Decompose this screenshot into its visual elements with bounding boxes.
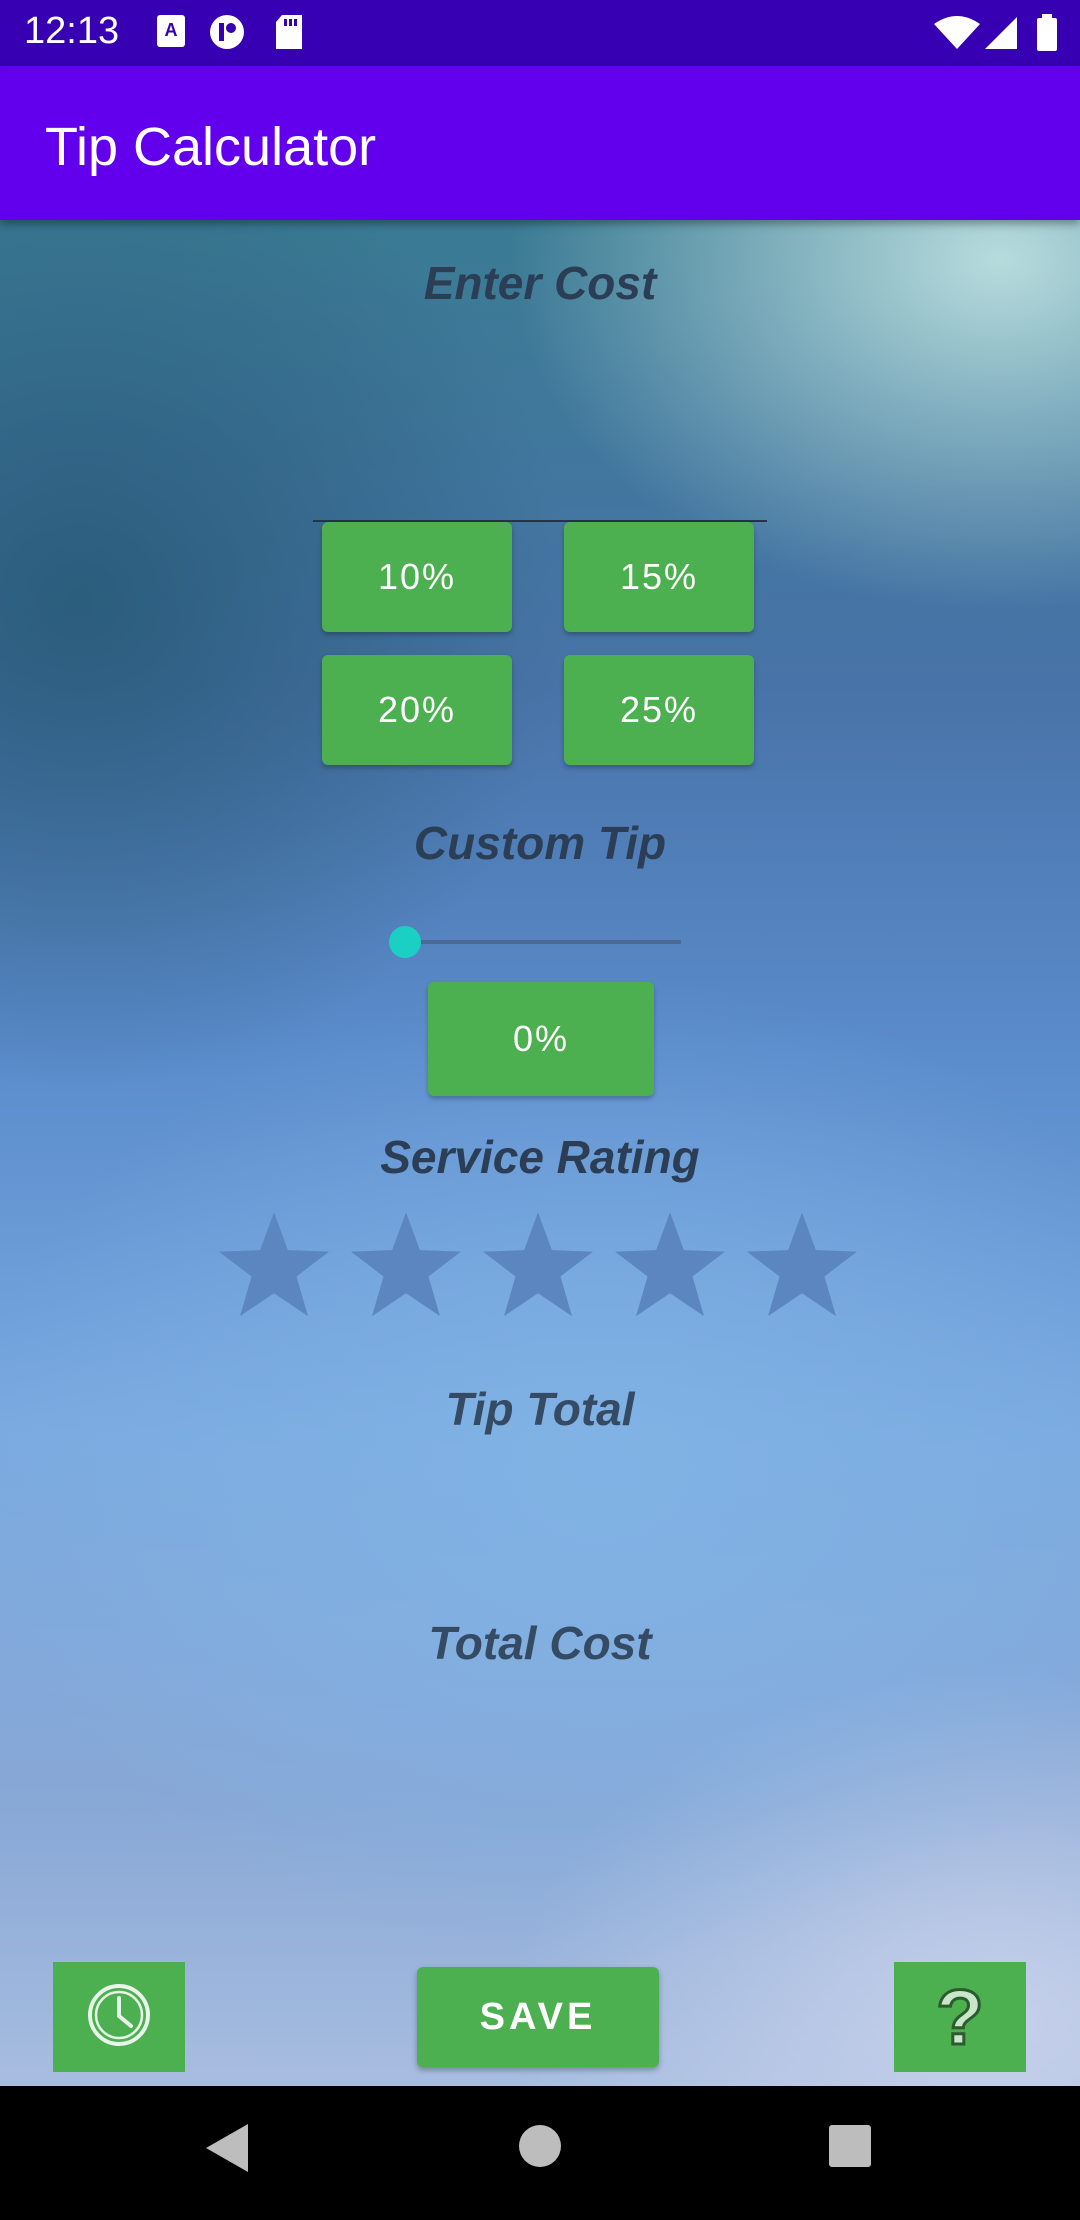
tip-25-button[interactable]: 25% <box>564 655 754 765</box>
status-bar: 12:13 A <box>0 0 1080 66</box>
sd-card-icon <box>274 14 304 55</box>
battery-icon <box>1036 14 1058 57</box>
star-2-icon[interactable] <box>348 1210 464 1320</box>
app-title: Tip Calculator <box>45 117 377 177</box>
history-button[interactable] <box>53 1962 185 2072</box>
navigation-bar <box>0 2086 1080 2220</box>
custom-tip-slider-track[interactable] <box>405 940 681 944</box>
keyboard-a-icon: A <box>156 14 186 53</box>
save-button[interactable]: SAVE <box>417 1967 659 2067</box>
svg-text:A: A <box>165 20 178 40</box>
tip-total-label: Tip Total <box>445 1383 635 1435</box>
recents-square-icon[interactable] <box>828 2124 872 2173</box>
back-triangle-icon[interactable] <box>204 2122 250 2179</box>
help-button[interactable]: ? <box>894 1962 1026 2072</box>
enter-cost-label: Enter Cost <box>423 257 657 309</box>
wifi-icon <box>934 16 980 55</box>
star-4-icon[interactable] <box>612 1210 728 1320</box>
star-3-icon[interactable] <box>480 1210 596 1320</box>
service-rating-label: Service Rating <box>380 1131 700 1183</box>
tip-15-button[interactable]: 15% <box>564 522 754 632</box>
tip-10-button[interactable]: 10% <box>322 522 512 632</box>
main-content: Enter Cost 10% 15% 20% 25% Custom Tip 0%… <box>0 220 1080 2086</box>
custom-tip-slider-thumb[interactable] <box>389 926 421 958</box>
cell-signal-icon <box>984 16 1018 55</box>
custom-tip-label: Custom Tip <box>413 817 667 869</box>
total-cost-label: Total Cost <box>428 1617 652 1669</box>
cost-input[interactable] <box>313 460 767 522</box>
star-5-icon[interactable] <box>744 1210 860 1320</box>
clock-icon <box>86 1982 152 2053</box>
home-circle-icon[interactable] <box>518 2124 562 2173</box>
tip-20-button[interactable]: 20% <box>322 655 512 765</box>
status-time: 12:13 <box>24 10 120 52</box>
star-1-icon[interactable] <box>216 1210 332 1320</box>
app-bar: Tip Calculator <box>0 66 1080 220</box>
app-notification-icon <box>208 14 246 55</box>
custom-tip-button[interactable]: 0% <box>428 982 654 1096</box>
question-mark-icon: ? <box>935 1973 986 2061</box>
